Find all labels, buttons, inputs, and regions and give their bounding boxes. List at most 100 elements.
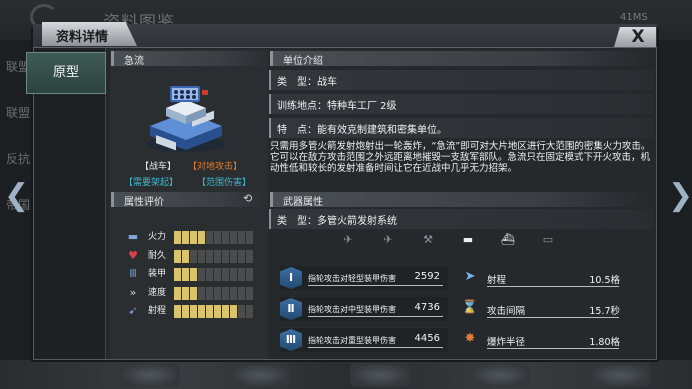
stat-bar-segment bbox=[206, 231, 213, 244]
info-feature-label: 特 点： bbox=[277, 125, 317, 136]
heavy-armor-icon: Ⅲ bbox=[280, 329, 302, 351]
stat-bar-segment bbox=[190, 305, 197, 318]
stat-bar-segment bbox=[214, 249, 221, 263]
unit-thumbnail[interactable] bbox=[590, 363, 650, 387]
stat-name: 火力 bbox=[148, 232, 167, 242]
weapon-prop-value: 10.5格 bbox=[589, 275, 620, 286]
stat-name: 装甲 bbox=[148, 269, 167, 279]
stat-bar-segment bbox=[190, 268, 197, 281]
background-side-tab[interactable]: 反抗 bbox=[0, 132, 30, 178]
weapon-type-value: 多管火箭发射系统 bbox=[317, 216, 397, 227]
unit-name-label: 急流 bbox=[111, 51, 266, 67]
stat-bar-segment bbox=[190, 231, 197, 244]
attack-label: 指轮攻击对轻型装甲伤害 bbox=[308, 274, 396, 283]
hourglass-icon: ⌛ bbox=[461, 300, 479, 315]
attack-value: 4736 bbox=[414, 302, 440, 313]
refresh-icon[interactable]: ⟲ bbox=[243, 192, 252, 205]
stat-bar-segment bbox=[182, 249, 189, 263]
background-unit-strip bbox=[0, 360, 692, 389]
weapon-prop-underline bbox=[487, 286, 619, 287]
stat-bar-segment bbox=[222, 286, 229, 300]
attack-label: 指轮攻击对中型装甲伤害 bbox=[308, 305, 396, 314]
unit-tag: 【战车】 bbox=[140, 162, 177, 172]
attack-row: Ⅱ 指轮攻击对中型装甲伤害 4736 bbox=[280, 297, 448, 321]
stat-bar-segment bbox=[174, 231, 181, 244]
stat-bar-segment bbox=[230, 286, 237, 300]
stat-bar-segment bbox=[230, 268, 237, 281]
unit-thumbnail[interactable] bbox=[350, 363, 410, 387]
weapon-prop-value: 1.80格 bbox=[589, 337, 620, 348]
unit-thumbnail[interactable] bbox=[470, 363, 530, 387]
stat-bar-segment bbox=[198, 231, 205, 244]
explosion-icon: ✸ bbox=[464, 331, 476, 346]
helicopter-icon: ⚒ bbox=[423, 233, 433, 246]
speed-icon: » bbox=[129, 285, 137, 299]
weapon-prop-underline bbox=[487, 317, 619, 318]
stat-row: » 速度 bbox=[126, 285, 256, 301]
stat-bar-segment bbox=[246, 286, 253, 300]
stat-bar-segment bbox=[182, 286, 189, 300]
weapon-prop-label: 爆炸半径 bbox=[487, 337, 526, 348]
stat-bar-segment bbox=[198, 268, 205, 281]
prev-arrow-icon[interactable]: ❮ bbox=[4, 178, 29, 213]
attack-label: 指轮攻击对重型装甲伤害 bbox=[308, 336, 396, 345]
unit-portrait bbox=[146, 86, 226, 152]
stat-bar-segment bbox=[182, 305, 189, 318]
stat-bar-segment bbox=[246, 268, 253, 281]
weapon-type-label: 类 型： bbox=[277, 216, 317, 227]
info-training-value: 特种车工厂 2级 bbox=[327, 101, 397, 112]
stat-bar-segment bbox=[198, 249, 205, 263]
stat-bar-segment bbox=[214, 305, 221, 318]
unit-intro-label: 单位介绍 bbox=[270, 51, 650, 67]
weapon-type-row: 类 型：多管火箭发射系统 bbox=[269, 209, 653, 229]
unit-thumbnail[interactable] bbox=[120, 363, 180, 387]
next-arrow-icon[interactable]: ❯ bbox=[668, 178, 692, 213]
weapon-prop-label: 攻击间隔 bbox=[487, 306, 526, 317]
light-armor-icon: Ⅰ bbox=[280, 267, 302, 289]
firepower-icon: ▬ bbox=[127, 230, 139, 243]
stat-bar-segment bbox=[206, 249, 213, 263]
target-type-icons: ✈ ✈ ⚒ ▬ ⛴ ▭ bbox=[338, 234, 578, 248]
stat-bar-segment bbox=[222, 249, 229, 263]
stat-row: Ⅲ 装甲 bbox=[126, 268, 256, 282]
unit-thumbnail[interactable] bbox=[230, 363, 290, 387]
info-training-row: 训练地点：特种车工厂 2级 bbox=[269, 94, 653, 114]
unit-tag: 【对地攻击】 bbox=[188, 162, 243, 172]
stat-bar-segment bbox=[238, 286, 245, 300]
attack-underline bbox=[308, 347, 443, 348]
info-feature-value: 能有效克制建筑和密集单位。 bbox=[317, 125, 447, 136]
close-button[interactable]: X bbox=[614, 27, 656, 47]
attack-value: 4456 bbox=[414, 333, 440, 344]
stat-bar-segment bbox=[230, 305, 237, 318]
stat-name: 射程 bbox=[148, 306, 167, 316]
stat-bar-segment bbox=[214, 286, 221, 300]
stat-bar-segment bbox=[206, 268, 213, 281]
weapon-attr-label: 武器属性 bbox=[270, 192, 650, 208]
stat-bar-segment bbox=[246, 249, 253, 263]
dialog-side-column bbox=[34, 48, 106, 359]
stat-bar-segment bbox=[174, 249, 181, 263]
stat-bar-segment bbox=[246, 231, 253, 244]
weapon-prop-label: 射程 bbox=[487, 275, 507, 286]
info-training-label: 训练地点： bbox=[277, 101, 327, 112]
stat-row: ♥ 耐久 bbox=[126, 249, 256, 264]
range-icon: ➹ bbox=[128, 304, 138, 317]
stat-bar-segment bbox=[190, 286, 197, 300]
stat-bar-segment bbox=[174, 286, 181, 300]
attack-underline bbox=[308, 285, 443, 286]
stat-bar-segment bbox=[230, 231, 237, 244]
stat-bar-segment bbox=[222, 305, 229, 318]
info-type-label: 类 型： bbox=[277, 77, 317, 88]
stat-bar-segment bbox=[238, 305, 245, 318]
info-type-row: 类 型：战车 bbox=[269, 70, 653, 90]
tab-prototype[interactable]: 原型 bbox=[26, 52, 106, 94]
stat-bar-segment bbox=[174, 268, 181, 281]
stat-bar-segment bbox=[214, 268, 221, 281]
unit-tag: 【范围伤害】 bbox=[197, 178, 252, 188]
stat-name: 速度 bbox=[148, 287, 167, 298]
attack-underline bbox=[308, 316, 443, 317]
stat-bar-segment bbox=[238, 249, 245, 263]
attack-row: Ⅰ 指轮攻击对轻型装甲伤害 2592 bbox=[280, 266, 448, 290]
stat-bar-segment bbox=[182, 231, 189, 244]
weapon-prop-underline bbox=[487, 348, 619, 349]
